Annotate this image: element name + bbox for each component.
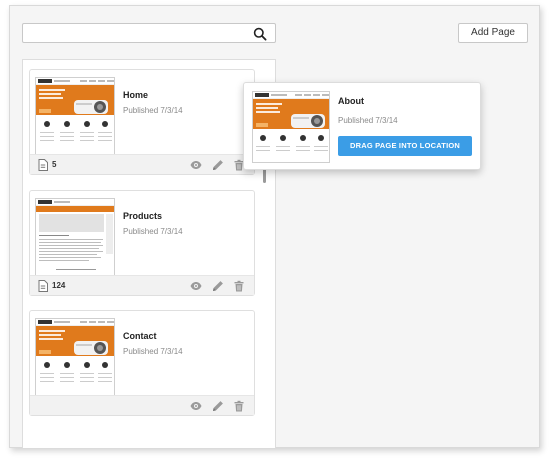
eye-icon[interactable]: [190, 159, 202, 171]
page-count: 5: [52, 160, 57, 169]
page-title: Products: [123, 211, 163, 221]
card-footer: 124: [30, 275, 254, 295]
trash-icon[interactable]: [233, 280, 245, 292]
search-icon[interactable]: [253, 27, 267, 41]
add-page-button[interactable]: Add Page: [458, 23, 528, 43]
page-card-contact[interactable]: Contact Published 7/3/14: [29, 310, 255, 416]
page-thumbnail: [252, 91, 330, 163]
page-thumbnail: [35, 77, 115, 155]
card-footer: [30, 395, 254, 415]
page-status: Published 7/3/14: [123, 347, 183, 356]
page-count: 124: [52, 281, 66, 290]
document-icon: [38, 159, 48, 171]
document-icon: [38, 280, 48, 292]
pencil-icon[interactable]: [212, 400, 224, 412]
search-input[interactable]: [22, 23, 276, 43]
page-thumbnail: [35, 318, 115, 396]
page-status: Published 7/3/14: [338, 116, 398, 125]
page-title: Contact: [123, 331, 157, 341]
eye-icon[interactable]: [190, 400, 202, 412]
drag-page-button[interactable]: DRAG PAGE INTO LOCATION: [338, 136, 472, 156]
trash-icon[interactable]: [233, 400, 245, 412]
page-card-products[interactable]: Products Published 7/3/14 124: [29, 190, 255, 296]
pencil-icon[interactable]: [212, 280, 224, 292]
page-thumbnail: [35, 198, 115, 276]
pencil-icon[interactable]: [212, 159, 224, 171]
card-footer: 5: [30, 154, 254, 174]
page-card-home[interactable]: Home Published 7/3/14 5: [29, 69, 255, 175]
page-title: About: [338, 96, 364, 106]
dragging-page-card[interactable]: About Published 7/3/14 DRAG PAGE INTO LO…: [243, 82, 481, 170]
page-status: Published 7/3/14: [123, 106, 183, 115]
page-status: Published 7/3/14: [123, 227, 183, 236]
eye-icon[interactable]: [190, 280, 202, 292]
page-title: Home: [123, 90, 149, 100]
